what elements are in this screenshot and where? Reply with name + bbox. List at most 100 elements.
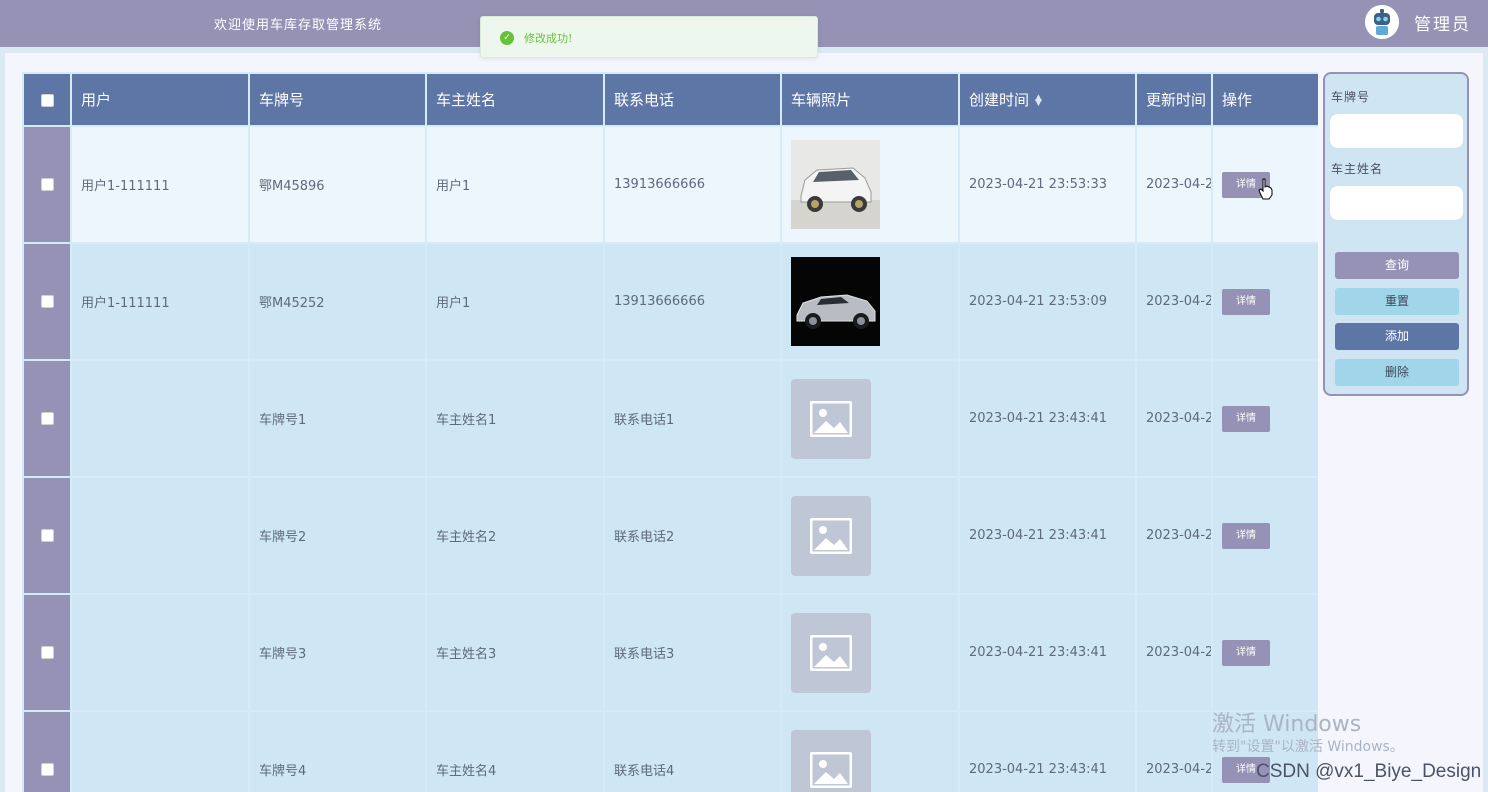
cell-user: 用户1-111111 xyxy=(70,242,250,361)
cell-photo xyxy=(780,710,960,792)
query-button[interactable]: 查询 xyxy=(1335,252,1459,279)
cell-plate: 车牌号4 xyxy=(248,710,427,792)
cell-updated: 2023-04-2 xyxy=(1135,242,1213,361)
cell-photo xyxy=(780,593,960,712)
row-checkbox[interactable] xyxy=(22,242,72,361)
table-row: 车牌号3 车主姓名3 联系电话3 2023-04-21 23:43:41 202… xyxy=(22,593,1318,712)
table-row: 车牌号2 车主姓名2 联系电话2 2023-04-21 23:43:41 202… xyxy=(22,476,1318,595)
check-circle-icon: ✓ xyxy=(500,31,514,45)
cell-created: 2023-04-21 23:43:41 xyxy=(958,710,1137,792)
col-header-action: 操作 xyxy=(1211,72,1318,127)
cell-owner: 用户1 xyxy=(425,242,605,361)
toast-message: 修改成功! xyxy=(524,32,573,45)
cell-plate: 车牌号2 xyxy=(248,476,427,595)
cell-owner: 用户1 xyxy=(425,125,605,244)
cell-user xyxy=(70,710,250,792)
activate-windows-subtitle: 转到"设置"以激活 Windows。 xyxy=(1212,739,1404,755)
cell-created: 2023-04-21 23:53:33 xyxy=(958,125,1137,244)
delete-button[interactable]: 删除 xyxy=(1335,359,1459,386)
car-photo-silver-convertible[interactable] xyxy=(791,257,880,346)
row-checkbox[interactable] xyxy=(22,593,72,712)
cell-created: 2023-04-21 23:53:09 xyxy=(958,242,1137,361)
cell-plate: 车牌号1 xyxy=(248,359,427,478)
row-checkbox[interactable] xyxy=(22,125,72,244)
cell-phone: 联系电话3 xyxy=(603,593,782,712)
cell-action: 详情 xyxy=(1211,476,1318,595)
cell-user xyxy=(70,593,250,712)
cell-phone: 联系电话2 xyxy=(603,476,782,595)
col-header-photo: 车辆照片 xyxy=(780,72,960,127)
csdn-credit: CSDN @vx1_Biye_Design xyxy=(1256,761,1482,782)
cell-owner: 车主姓名3 xyxy=(425,593,605,712)
cell-photo xyxy=(780,476,960,595)
cell-plate: 鄂M45252 xyxy=(248,242,427,361)
table-row: 用户1-111111 鄂M45252 用户1 13913666666 2023-… xyxy=(22,242,1318,361)
reset-button[interactable]: 重置 xyxy=(1335,288,1459,315)
hand-cursor-icon xyxy=(1258,178,1273,200)
plate-search-label: 车牌号 xyxy=(1331,90,1371,104)
image-placeholder-icon[interactable] xyxy=(791,378,871,459)
cell-created: 2023-04-21 23:43:41 xyxy=(958,593,1137,712)
detail-button[interactable]: 详情 xyxy=(1222,522,1270,549)
select-all-checkbox[interactable] xyxy=(22,72,72,127)
col-header-owner: 车主姓名 xyxy=(425,72,605,127)
cell-photo xyxy=(780,359,960,478)
robot-avatar-icon[interactable] xyxy=(1365,5,1399,39)
table-row: 车牌号1 车主姓名1 联系电话1 2023-04-21 23:43:41 202… xyxy=(22,359,1318,478)
table-row: 车牌号4 车主姓名4 联系电话4 2023-04-21 23:43:41 202… xyxy=(22,710,1318,792)
table-row: 用户1-111111 鄂M45896 用户1 13913666666 2023-… xyxy=(22,125,1318,244)
cell-user xyxy=(70,476,250,595)
col-header-plate: 车牌号 xyxy=(248,72,427,127)
sort-icon[interactable]: ▲ ▼ xyxy=(1035,93,1042,107)
col-header-created[interactable]: 创建时间 ▲ ▼ xyxy=(958,72,1137,127)
row-checkbox[interactable] xyxy=(22,476,72,595)
vehicle-table: 用户 车牌号 车主姓名 联系电话 车辆照片 创建时间 ▲ ▼ 更新时间 操作 用户1… xyxy=(22,72,1318,792)
image-placeholder-icon[interactable] xyxy=(791,729,871,792)
col-header-phone: 联系电话 xyxy=(603,72,782,127)
cell-user: 用户1-111111 xyxy=(70,125,250,244)
cell-action: 详情 xyxy=(1211,593,1318,712)
cell-plate: 鄂M45896 xyxy=(248,125,427,244)
activate-windows-title: 激活 Windows xyxy=(1212,712,1362,737)
owner-search-input[interactable] xyxy=(1330,186,1463,220)
cell-created: 2023-04-21 23:43:41 xyxy=(958,476,1137,595)
owner-search-label: 车主姓名 xyxy=(1331,162,1384,176)
col-header-user: 用户 xyxy=(70,72,250,127)
cell-phone: 联系电话4 xyxy=(603,710,782,792)
add-button[interactable]: 添加 xyxy=(1335,323,1459,350)
system-title: 欢迎使用车库存取管理系统 xyxy=(214,18,383,33)
cell-updated: 2023-04-2 xyxy=(1135,359,1213,478)
cell-user xyxy=(70,359,250,478)
detail-button[interactable]: 详情 xyxy=(1222,288,1270,315)
cell-updated: 2023-04-2 xyxy=(1135,476,1213,595)
table-header-row: 用户 车牌号 车主姓名 联系电话 车辆照片 创建时间 ▲ ▼ 更新时间 操作 xyxy=(22,72,1318,127)
cell-phone: 13913666666 xyxy=(603,242,782,361)
detail-button[interactable]: 详情 xyxy=(1222,405,1270,432)
cell-action: 详情 xyxy=(1211,359,1318,478)
cell-action: 详情 xyxy=(1211,242,1318,361)
image-placeholder-icon[interactable] xyxy=(791,495,871,576)
success-toast: ✓ 修改成功! xyxy=(480,16,818,58)
cell-photo xyxy=(780,125,960,244)
cell-plate: 车牌号3 xyxy=(248,593,427,712)
car-photo-white-suv[interactable] xyxy=(791,140,880,229)
role-label[interactable]: 管理员 xyxy=(1414,10,1471,35)
cell-updated: 2023-04-2 xyxy=(1135,125,1213,244)
row-checkbox[interactable] xyxy=(22,359,72,478)
search-panel: 车牌号 车主姓名 查询 重置 添加 删除 xyxy=(1323,72,1469,396)
cell-photo xyxy=(780,242,960,361)
col-header-updated: 更新时间 xyxy=(1135,72,1213,127)
image-placeholder-icon[interactable] xyxy=(791,612,871,693)
plate-search-input[interactable] xyxy=(1330,114,1463,148)
cell-updated: 2023-04-2 xyxy=(1135,710,1213,792)
cell-phone: 联系电话1 xyxy=(603,359,782,478)
col-header-created-label: 创建时间 xyxy=(969,91,1030,109)
row-checkbox[interactable] xyxy=(22,710,72,792)
cell-updated: 2023-04-2 xyxy=(1135,593,1213,712)
cell-owner: 车主姓名2 xyxy=(425,476,605,595)
cell-owner: 车主姓名4 xyxy=(425,710,605,792)
cell-created: 2023-04-21 23:43:41 xyxy=(958,359,1137,478)
detail-button[interactable]: 详情 xyxy=(1222,639,1270,666)
cell-phone: 13913666666 xyxy=(603,125,782,244)
cell-owner: 车主姓名1 xyxy=(425,359,605,478)
